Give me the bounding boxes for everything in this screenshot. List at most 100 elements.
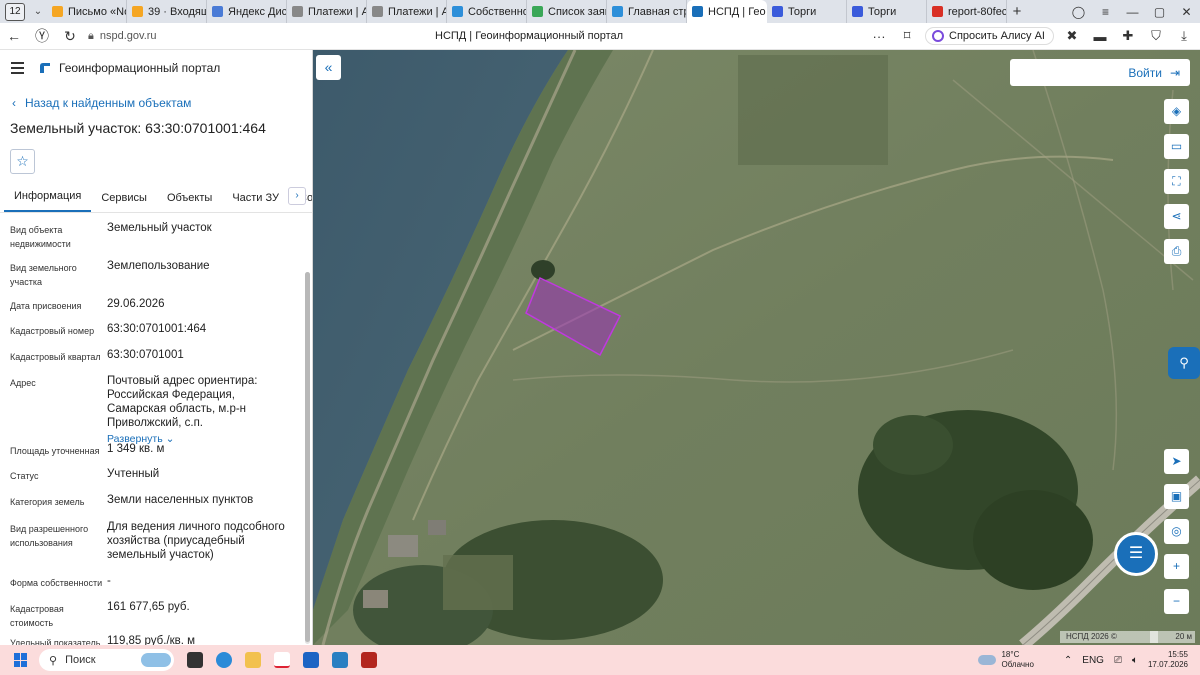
- scrollbar-thumb[interactable]: [305, 272, 310, 642]
- tab-label: Яндекс Диск: [228, 5, 287, 18]
- browser-tab[interactable]: 39 · Входящи: [127, 0, 207, 23]
- browser-tab[interactable]: НСПД | Гео×: [687, 0, 767, 23]
- select-area-button[interactable]: ⛶: [1164, 169, 1189, 194]
- favorite-star-button[interactable]: ☆: [10, 149, 35, 174]
- basemap-icon: ▣: [1170, 489, 1183, 503]
- yandex-browser-icon[interactable]: [274, 652, 290, 668]
- tab-parcel-parts[interactable]: Части ЗУ: [222, 192, 289, 212]
- satellite-map[interactable]: « Войти ⇥ ◈ ▭ ⛶ ⋖ ⎙ ⚲ ➤ ▣ ◎ ☰ + − НСПД 2…: [313, 50, 1200, 645]
- browser-tab[interactable]: Торги: [847, 0, 927, 23]
- attr-key: Кадастровый квартал: [10, 352, 101, 362]
- location-button[interactable]: ◎: [1164, 519, 1189, 544]
- downloads-icon[interactable]: ⤓: [1174, 28, 1194, 44]
- screen: 12 ⌄ Письмо «No s 39 · Входящи Яндекс Диск…: [0, 0, 1200, 675]
- tab-objects[interactable]: Объекты: [157, 192, 222, 212]
- tab-favicon-icon: [52, 6, 63, 17]
- new-tab-button[interactable]: +: [1007, 3, 1027, 20]
- share-button[interactable]: ⋖: [1164, 204, 1189, 229]
- weather-desc: Облачно: [1001, 660, 1034, 669]
- file-explorer-icon[interactable]: [245, 652, 261, 668]
- browser-tab[interactable]: report-80fec5: [927, 0, 1007, 23]
- print-button[interactable]: ⎙: [1164, 239, 1189, 264]
- shield-icon[interactable]: ⛉: [1146, 28, 1166, 44]
- windows-start-icon[interactable]: [14, 653, 28, 667]
- browser-tab[interactable]: Собственнос: [447, 0, 527, 23]
- chat-button[interactable]: ☰: [1114, 532, 1158, 576]
- url-field[interactable]: 🔒︎ nspd.gov.ru: [84, 30, 464, 43]
- ruler-button[interactable]: ▭: [1164, 134, 1189, 159]
- tab-label: НСПД | Гео: [708, 5, 766, 18]
- browser-tab[interactable]: Письмо «No s: [47, 0, 127, 23]
- attr-value: 1 349 кв. м: [107, 443, 165, 455]
- panel-scrollbar[interactable]: [305, 272, 310, 644]
- clock[interactable]: 15:55 17.07.2026: [1148, 650, 1188, 670]
- close-window-icon[interactable]: ✕: [1173, 5, 1200, 19]
- weather-widget[interactable]: 18°C Облачно: [978, 650, 1034, 670]
- tab-information[interactable]: Информация: [4, 190, 92, 212]
- volume-icon[interactable]: 🔈︎: [1132, 655, 1138, 666]
- tab-label: report-80fec5: [948, 5, 1007, 18]
- chevron-up-icon[interactable]: ⌃: [1064, 655, 1072, 666]
- zoom-out-button[interactable]: −: [1164, 589, 1189, 614]
- attr-row: Вид объекта недвижимости Земельный участо…: [10, 221, 312, 259]
- app-title: Геоинформационный портал: [59, 61, 221, 75]
- menu-icon[interactable]: ≡: [1092, 5, 1119, 19]
- task-view-icon[interactable]: [187, 652, 203, 668]
- browser-tab[interactable]: Торги: [767, 0, 847, 23]
- attr-key: Форма собственности: [10, 578, 103, 588]
- attr-value: 63:30:0701001: [107, 349, 184, 361]
- attr-key: Вид разрешенного использования: [10, 524, 89, 548]
- layers-button[interactable]: ◈: [1164, 99, 1189, 124]
- page-title: НСПД | Геоинформационный портал: [435, 30, 624, 42]
- login-button[interactable]: Войти ⇥: [1010, 59, 1190, 86]
- assistant-icon: ⚲: [1179, 355, 1189, 370]
- bookmark-icon[interactable]: ⌑: [897, 28, 917, 44]
- minimize-icon[interactable]: —: [1119, 5, 1146, 19]
- back-link-label: Назад к найденным объектам: [25, 95, 192, 110]
- browser-tab[interactable]: Главная стра: [607, 0, 687, 23]
- extension-icon[interactable]: ✖: [1062, 28, 1082, 44]
- geolocation-button[interactable]: ➤: [1164, 449, 1189, 474]
- yandex-icon[interactable]: Ⓨ: [28, 26, 56, 46]
- browser-tab[interactable]: Список заяво: [527, 0, 607, 23]
- taskbar-search[interactable]: ⚲ Поиск: [39, 649, 174, 671]
- chevron-left-icon: ‹: [12, 95, 16, 110]
- star-icon: ☆: [16, 153, 29, 169]
- browser-tab[interactable]: Яндекс Диск: [207, 0, 287, 23]
- print-icon: ⎙: [1171, 244, 1182, 258]
- profile-icon[interactable]: ◯: [1065, 5, 1092, 19]
- reload-icon[interactable]: ↻: [56, 28, 84, 45]
- browser-tab[interactable]: Платежи | АИ: [367, 0, 447, 23]
- network-icon[interactable]: ⎚: [1114, 655, 1122, 666]
- hamburger-menu-icon[interactable]: [11, 62, 24, 74]
- winrar-icon[interactable]: [361, 652, 377, 668]
- maximize-icon[interactable]: ▢: [1146, 5, 1173, 19]
- tab-count-button[interactable]: 12: [5, 2, 25, 21]
- edge-icon[interactable]: [216, 652, 232, 668]
- word-icon[interactable]: [303, 652, 319, 668]
- puzzle-icon[interactable]: ✚: [1118, 28, 1138, 44]
- tab-favicon-icon: [452, 6, 463, 17]
- wallet-icon[interactable]: ▬: [1090, 29, 1110, 44]
- collapse-panel-button[interactable]: «: [316, 55, 341, 80]
- tabs-next-icon[interactable]: ›: [288, 187, 306, 205]
- layers-icon: ◈: [1171, 104, 1182, 118]
- search-placeholder: Поиск: [65, 654, 96, 666]
- address-bar-actions: ··· ⌑ Спросить Алису AI ✖ ▬ ✚ ⛉ ⤓: [869, 27, 1200, 45]
- attr-key: Кадастровый номер: [10, 326, 95, 336]
- tab-list-chevron-icon[interactable]: ⌄: [29, 6, 47, 17]
- language-indicator[interactable]: ENG: [1082, 655, 1104, 666]
- ask-alisa-button[interactable]: Спросить Алису AI: [925, 27, 1054, 45]
- back-icon[interactable]: ←: [0, 28, 28, 44]
- portal-logo-icon: [40, 63, 50, 73]
- basemap-button[interactable]: ▣: [1164, 484, 1189, 509]
- assistant-button[interactable]: ⚲: [1168, 347, 1200, 379]
- more-icon[interactable]: ···: [869, 29, 889, 44]
- back-to-results-link[interactable]: ‹ Назад к найденным объектам: [0, 86, 312, 119]
- zoom-in-button[interactable]: +: [1164, 554, 1189, 579]
- app-icon[interactable]: [332, 652, 348, 668]
- browser-tab[interactable]: Платежи | АИ: [287, 0, 367, 23]
- minus-icon: −: [1172, 594, 1180, 608]
- attr-value: 161 677,65 руб.: [107, 601, 190, 613]
- tab-services[interactable]: Сервисы: [91, 192, 157, 212]
